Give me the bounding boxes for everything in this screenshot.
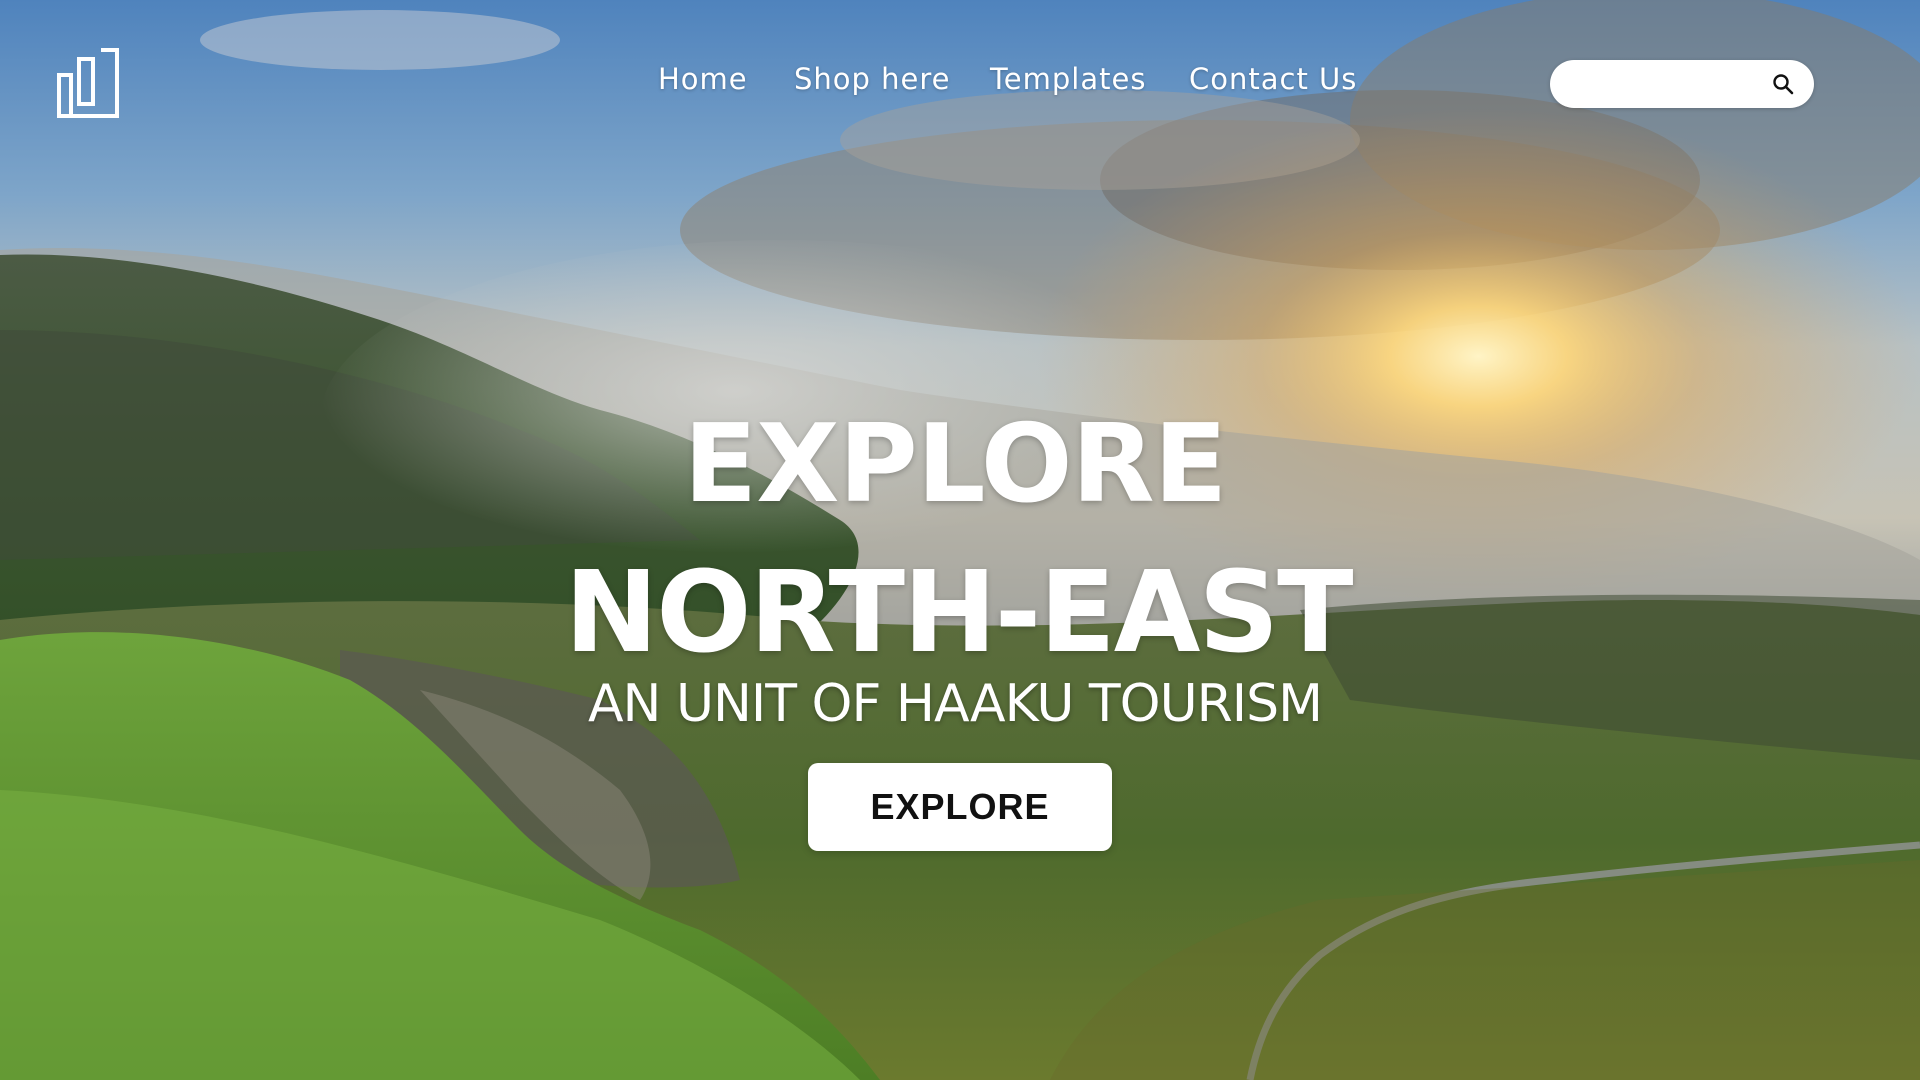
hero-section: Home Shop here Templates Contact Us EXPL… — [0, 0, 1920, 1080]
nav-item-shop-here[interactable]: Shop here — [794, 62, 990, 96]
nav-item-home[interactable]: Home — [658, 62, 794, 96]
landscape-background-image — [0, 0, 1920, 1080]
nav-item-templates[interactable]: Templates — [990, 62, 1189, 96]
search-bar — [1550, 60, 1814, 108]
explore-button[interactable]: EXPLORE — [808, 763, 1112, 851]
hero-headline-line-2: NORTH-EAST — [564, 548, 1353, 678]
hero-headline-line-1: EXPLORE — [683, 402, 1228, 527]
building-logo-icon[interactable] — [57, 47, 121, 119]
search-icon[interactable] — [1771, 72, 1795, 96]
search-input[interactable] — [1568, 68, 1762, 102]
hero-subtitle: AN UNIT OF HAAKU TOURISM — [587, 674, 1323, 734]
main-navigation: Home Shop here Templates Contact Us — [658, 62, 1389, 96]
nav-item-contact-us[interactable]: Contact Us — [1189, 62, 1389, 96]
